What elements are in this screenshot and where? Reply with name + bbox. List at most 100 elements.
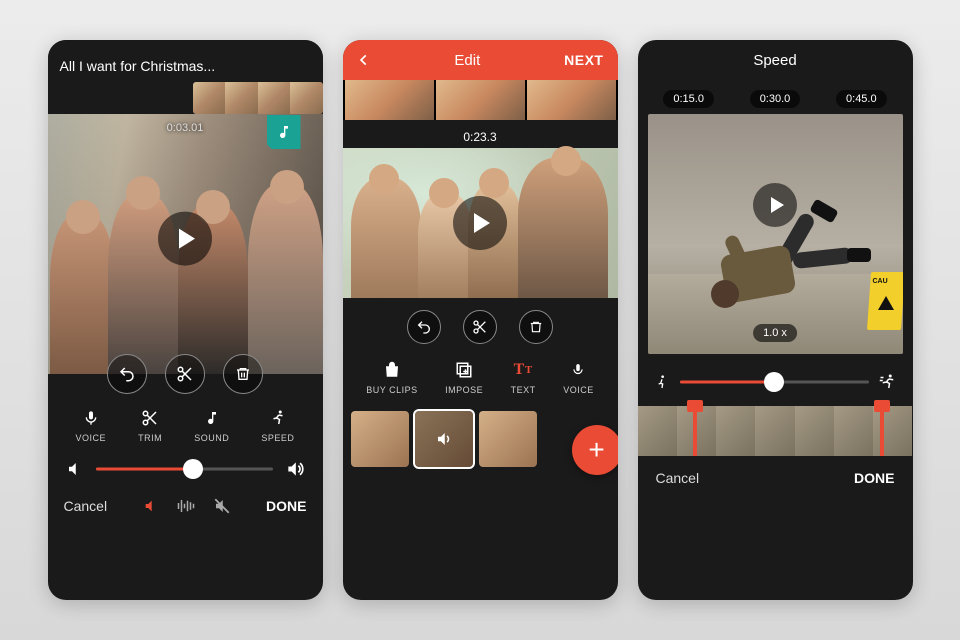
scissors-icon [141,408,159,428]
mute-button[interactable] [213,497,231,515]
scissors-icon [472,319,488,335]
tool-label: SPEED [261,433,294,443]
delete-button[interactable] [519,310,553,344]
tool-voice[interactable]: VOICE [76,408,107,443]
mic-icon [83,408,99,428]
walk-icon [654,373,670,391]
undo-button[interactable] [407,310,441,344]
tool-row: BUY CLIPS IMPOSE TT TEXT VOICE [343,352,618,405]
video-preview: CAU 1.0 x [648,114,903,354]
text-icon: TT [514,360,533,380]
scissors-icon [176,365,194,383]
trash-icon [235,366,251,382]
delete-button[interactable] [223,354,263,394]
tool-text[interactable]: TT TEXT [511,360,536,395]
range-start-handle[interactable] [693,406,697,456]
tool-label: SOUND [194,433,229,443]
clip-actions [343,298,618,352]
timeline-strip[interactable] [343,80,618,120]
clip-actions [107,354,263,394]
play-button[interactable] [158,212,212,266]
speaker-button[interactable] [143,498,159,514]
volume-high-icon [285,459,305,479]
time-marks: 0:15.0 0:30.0 0:45.0 [638,80,913,114]
screen-music: All I want for Christmas... 0:03.01 [48,40,323,600]
clip-tray: + [343,405,618,477]
clip-item-selected[interactable] [415,411,473,467]
next-button[interactable]: NEXT [564,52,603,68]
tool-speed[interactable]: SPEED [261,408,294,443]
header: All I want for Christmas... [48,40,323,114]
play-button[interactable] [753,183,797,227]
music-tag[interactable] [267,115,301,149]
speed-slider[interactable] [680,372,869,392]
video-preview [343,148,618,298]
mark: 0:15.0 [663,90,714,108]
add-clip-button[interactable]: + [572,425,618,475]
footer: Cancel DONE [48,487,323,529]
cut-button[interactable] [463,310,497,344]
run-icon [879,373,897,391]
tool-trim[interactable]: TRIM [138,408,162,443]
video-preview: 0:03.01 [48,114,323,374]
cut-button[interactable] [165,354,205,394]
cancel-button[interactable]: Cancel [64,498,108,514]
tool-label: VOICE [563,385,594,395]
mic-icon [571,360,585,380]
current-time: 0:23.3 [343,120,618,148]
play-button[interactable] [453,196,507,250]
header: Edit NEXT [343,40,618,80]
music-icon [276,124,292,140]
mark: 0:30.0 [750,90,801,108]
thumb [290,82,323,114]
volume-low-icon [66,460,84,478]
tool-label: IMPOSE [445,385,483,395]
footer-icons [143,497,231,515]
footer: Cancel DONE [638,456,913,500]
screen-speed: Speed 0:15.0 0:30.0 0:45.0 CAU 1.0 x [638,40,913,600]
range-end-handle[interactable] [880,406,884,456]
page-title: Edit [454,52,480,69]
page-title: Speed [638,40,913,80]
clip-item[interactable] [351,411,409,467]
waveform-button[interactable] [177,498,195,514]
screen-edit: Edit NEXT 0:23.3 BUY CLIPS IMPOSE TT TEX… [343,40,618,600]
undo-button[interactable] [107,354,147,394]
frame-strip[interactable] [638,406,913,456]
caution-sign: CAU [869,264,903,344]
music-icon [204,408,220,428]
project-title: All I want for Christmas... [60,58,216,74]
speaker-icon [435,430,453,448]
speed-badge: 1.0 x [753,324,797,342]
back-button[interactable] [357,51,371,69]
tool-label: BUY CLIPS [366,385,417,395]
bag-icon [383,360,401,380]
done-button[interactable]: DONE [266,498,306,514]
speed-row [638,354,913,400]
thumb [225,82,258,114]
thumb [258,82,291,114]
tool-label: VOICE [76,433,107,443]
layers-icon [455,360,473,380]
done-button[interactable]: DONE [854,470,894,486]
tool-buy-clips[interactable]: BUY CLIPS [366,360,417,395]
mark: 0:45.0 [836,90,887,108]
thumb [193,82,226,114]
clip-item[interactable] [479,411,537,467]
cancel-button[interactable]: Cancel [656,470,700,486]
tool-sound[interactable]: SOUND [194,408,229,443]
tool-row: VOICE TRIM SOUND SPEED [48,400,323,451]
timeline-thumbnails[interactable] [193,82,323,114]
tool-label: TEXT [511,385,536,395]
current-time: 0:03.01 [167,122,204,134]
chevron-left-icon [357,51,371,69]
tool-label: TRIM [138,433,162,443]
volume-row [48,451,323,487]
tool-voice[interactable]: VOICE [563,360,594,395]
running-icon [269,408,287,428]
undo-icon [118,365,136,383]
tool-impose[interactable]: IMPOSE [445,360,483,395]
undo-icon [416,319,432,335]
trash-icon [529,320,543,334]
volume-slider[interactable] [96,459,273,479]
